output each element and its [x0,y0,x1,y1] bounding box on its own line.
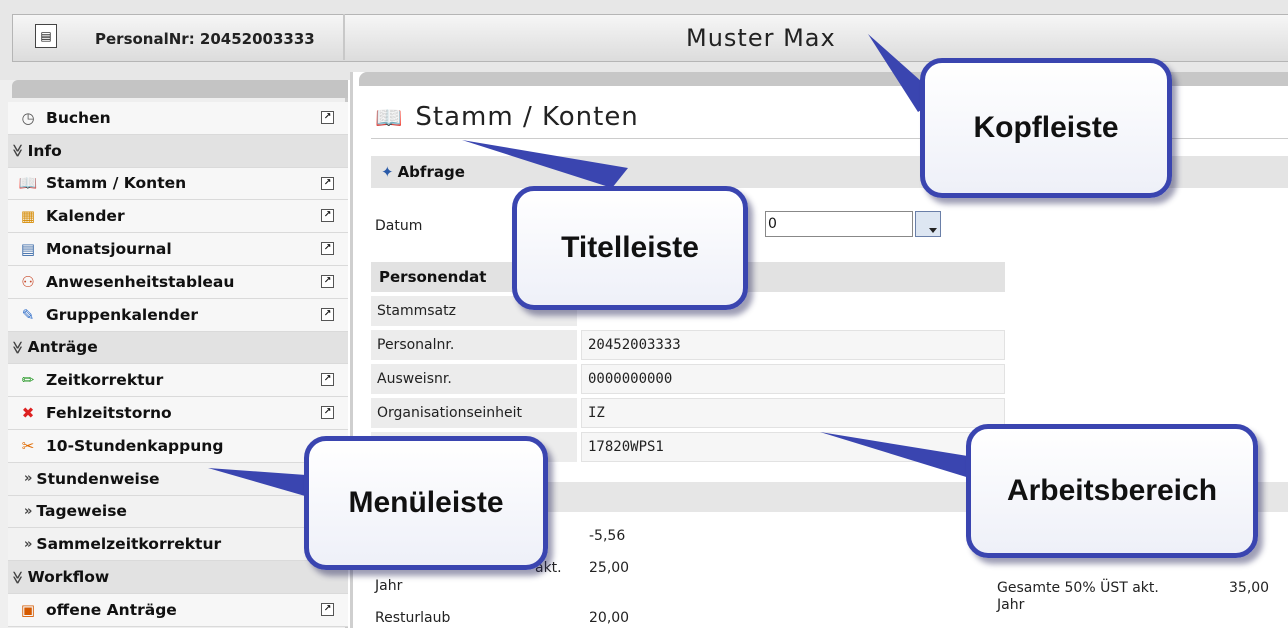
sidebar-item-10-stundenkappung[interactable]: ✂ 10-Stundenkappung [8,429,348,463]
collapse-chevron-icon[interactable]: ≫ [9,570,24,584]
sidebar-item-monatsjournal[interactable]: ▤ Monatsjournal ↗ [8,233,348,266]
row-label: Organisationseinheit [371,398,577,428]
callout-menueleiste: Menüleiste [304,436,548,570]
ust-value: 35,00 [1229,580,1270,596]
query-icon: ✦ [381,163,394,181]
collapse-chevron-icon[interactable]: ≫ [9,341,24,355]
cancel-icon: ✖ [21,404,35,423]
sidebar-item-label: 10-Stundenkappung [46,436,224,455]
submenu-arrow-icon: » [24,471,33,487]
value-resturlaub: 20,00 [589,610,630,626]
open-in-new-window-icon[interactable]: ↗ [321,307,334,321]
datum-label: Datum [375,218,423,234]
calendar-picker-button[interactable] [915,211,941,237]
row-label: Ausweisnr. [371,364,577,394]
sidebar-item-anwesenheitstableau[interactable]: ⚇ Anwesenheitstableau ↗ [8,265,348,299]
book-icon: 📖 [375,106,404,131]
sidebar-item-zeitkorrektur[interactable]: ✏ Zeitkorrektur ↗ [8,364,348,398]
sidebar-item-label: Zeitkorrektur [46,371,164,390]
sidebar-item-tageweise[interactable]: » Tageweise [8,495,348,529]
sidebar-item-label: Monatsjournal [46,240,172,259]
journal-icon: ▤ [20,240,36,259]
scissors-icon: ✂ [21,436,35,455]
sidebar-item-sammelzeitkorrektur[interactable]: » Sammelzeitkorrektur [8,528,348,562]
sidebar-item-label: Stamm / Konten [46,174,187,193]
open-in-new-window-icon[interactable]: ↗ [321,176,334,190]
book-icon: 📖 [18,174,38,193]
open-in-new-window-icon[interactable]: ↗ [321,242,334,256]
row-label: Personalnr. [371,330,577,360]
group-calendar-icon: ✎ [21,305,35,324]
collapse-chevron-icon[interactable]: ≫ [9,144,24,158]
open-in-new-window-icon[interactable]: ↗ [321,406,334,420]
section-label: Abfrage [397,163,465,181]
sidebar-item-label: offene Anträge [46,600,177,619]
chevron-down-icon [929,228,937,233]
sidebar-item-label: Stundenweise [36,469,160,488]
open-in-new-window-icon[interactable]: ↗ [321,274,334,288]
row-value: IZ [581,398,1005,428]
datum-input[interactable]: 0 [765,211,913,237]
sidebar-item-label: Tageweise [36,502,127,521]
row-value: 0000000000 [581,364,1005,394]
sidebar-item-label: Workflow [27,568,110,587]
row-value: 20452003333 [581,330,1005,360]
open-in-new-window-icon[interactable]: ↗ [321,373,334,387]
sidebar-item-label: Info [27,141,62,160]
sidebar-item-offene-anträge[interactable]: ▣ offene Anträge ↗ [8,593,348,627]
sidebar-item-label: Kalender [46,207,125,226]
menu-group-info: ≫ Info [8,134,348,168]
sidebar-item-label: Buchen [46,108,111,127]
pencil-icon: ✏ [21,371,35,390]
sidebar-menu: ◷ Buchen ↗ ≫ Info 📖 Stamm / Konten ↗ ▦ Kalender ↗ ▤… [0,80,348,628]
ust-label: Gesamte 50% ÜST akt. [997,580,1159,596]
page-title-text: Stamm / Konten [415,102,639,132]
sidebar-item-label: Anträge [27,338,98,357]
open-in-new-window-icon[interactable]: ↗ [321,209,334,223]
menu-group-workflow: ≫ Workflow [8,561,348,594]
submenu-arrow-icon: » [24,503,33,519]
user-name: Muster Max [686,24,836,52]
personal-number: PersonalNr: 20452003333 [95,30,315,48]
label-resturlaub: Resturlaub [375,610,451,626]
open-in-new-window-icon[interactable]: ↗ [321,111,334,124]
sidebar-item-stamm-konten[interactable]: 📖 Stamm / Konten ↗ [8,167,348,201]
sidebar-item-label: Fehlzeitstorno [46,404,172,423]
sidebar-item-label: Sammelzeitkorrektur [36,535,222,554]
sidebar-item-kalender[interactable]: ▦ Kalender ↗ [8,200,348,234]
header-divider [343,14,345,60]
row-value: 17820WPS1 [581,432,1005,462]
sidebar-item-stundenweise[interactable]: » Stundenweise [8,462,348,496]
sidebar-item-label: Anwesenheitstableau [46,272,235,291]
value-akt: 25,00 [589,560,630,576]
people-icon: ⚇ [21,272,35,291]
pending-icon: ▣ [20,600,36,619]
app-menu-icon[interactable]: ▤ [35,24,57,48]
sidebar-item-fehlzeitstorno[interactable]: ✖ Fehlzeitstorno ↗ [8,397,348,430]
sidebar-top-bar [12,80,348,98]
callout-kopfleiste: Kopfleiste [920,58,1172,198]
open-in-new-window-icon[interactable]: ↗ [321,602,334,616]
menu-list: ◷ Buchen ↗ ≫ Info 📖 Stamm / Konten ↗ ▦ Kalender ↗ ▤… [8,102,348,627]
submenu-arrow-icon: » [24,536,33,552]
value-negative: -5,56 [589,528,626,544]
clock-icon: ◷ [21,108,35,127]
callout-titelleiste: Titelleiste [512,186,748,310]
sidebar-item-label: Gruppenkalender [46,305,199,324]
page-title: 📖 Stamm / Konten [375,102,639,132]
ust-label-jahr: Jahr [997,597,1025,613]
callout-arbeitsbereich: Arbeitsbereich [966,424,1258,558]
sidebar-item-buchen[interactable]: ◷ Buchen ↗ [8,102,348,135]
label-jahr: Jahr [375,578,403,594]
menu-group-anträge: ≫ Anträge [8,331,348,365]
calendar-icon: ▦ [20,207,36,226]
sidebar-item-gruppenkalender[interactable]: ✎ Gruppenkalender ↗ [8,298,348,332]
